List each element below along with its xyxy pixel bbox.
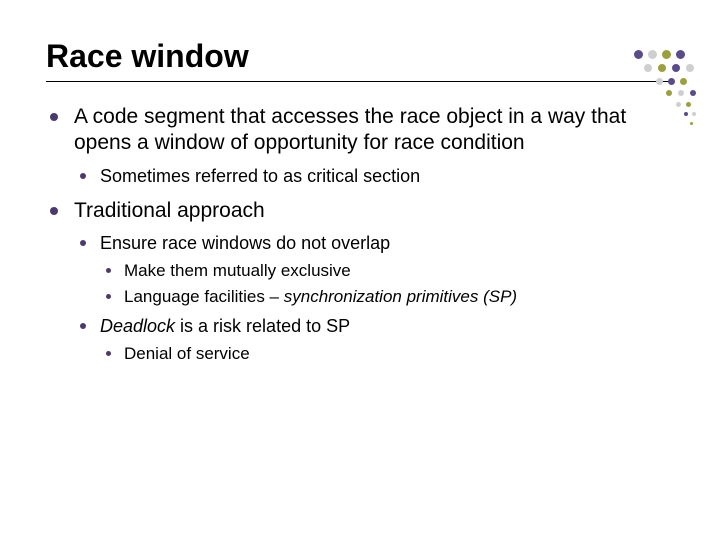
bullet-text: Denial of service xyxy=(124,344,250,363)
bullet-text: Ensure race windows do not overlap xyxy=(100,233,390,253)
list-item: Sometimes referred to as critical sectio… xyxy=(74,165,674,188)
bullet-text: Sometimes referred to as critical sectio… xyxy=(100,166,420,186)
bullet-text: A code segment that accesses the race ob… xyxy=(74,105,626,154)
list-item: Deadlock is a risk related to SP Denial … xyxy=(74,315,674,365)
list-item: Traditional approach Ensure race windows… xyxy=(46,198,674,366)
bullet-text: is a risk related to SP xyxy=(175,316,350,336)
bullet-text: Language facilities – xyxy=(124,287,284,306)
decorative-dots-icon xyxy=(634,50,698,140)
bullet-text-italic: Deadlock xyxy=(100,316,175,336)
bullet-list: A code segment that accesses the race ob… xyxy=(46,104,674,366)
slide: Race window A code segment that accesses… xyxy=(0,0,720,540)
list-item: Language facilities – synchronization pr… xyxy=(100,286,674,309)
list-item: Ensure race windows do not overlap Make … xyxy=(74,232,674,309)
title-underline xyxy=(46,81,674,82)
slide-title: Race window xyxy=(46,38,674,75)
bullet-text: Traditional approach xyxy=(74,199,265,222)
list-item: A code segment that accesses the race ob… xyxy=(46,104,674,188)
bullet-text: Make them mutually exclusive xyxy=(124,261,351,280)
list-item: Denial of service xyxy=(100,343,674,366)
list-item: Make them mutually exclusive xyxy=(100,260,674,283)
bullet-text-italic: synchronization primitives (SP) xyxy=(284,287,517,306)
